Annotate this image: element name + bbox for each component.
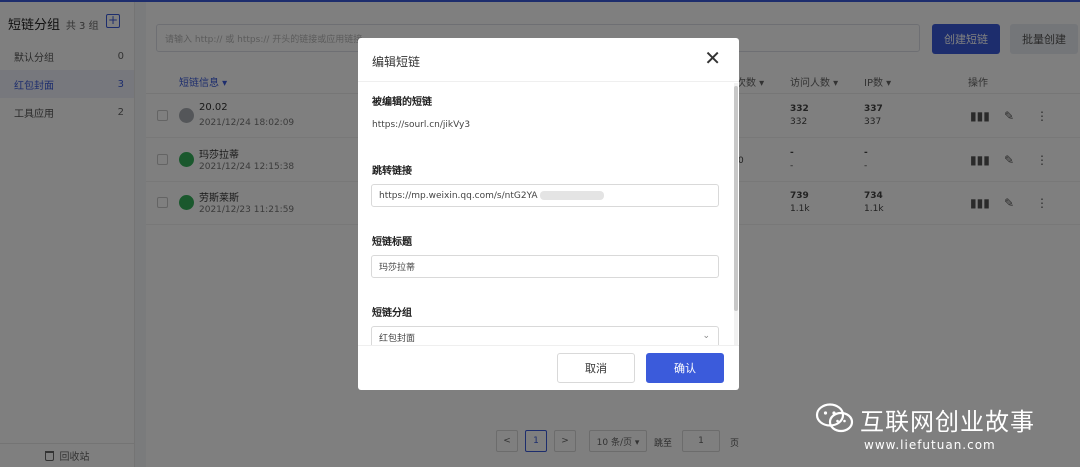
watermark-url: www.liefutuan.com xyxy=(864,438,996,452)
link-group-label: 短链分组 xyxy=(372,308,412,319)
dialog-body: 被编辑的短链 https://sourl.cn/jikVy3 跳转链接 http… xyxy=(358,83,739,345)
edited-link-label: 被编辑的短链 xyxy=(372,97,432,108)
link-title-input[interactable]: 玛莎拉蒂 xyxy=(371,255,719,278)
target-link-value: https://mp.weixin.qq.com/s/ntG2YA xyxy=(379,190,538,201)
link-group-value: 红包封面 xyxy=(379,334,416,344)
link-title-value: 玛莎拉蒂 xyxy=(379,263,416,273)
edit-link-dialog: 编辑短链 ✕ 被编辑的短链 https://sourl.cn/jikVy3 跳转… xyxy=(358,38,739,390)
cancel-button[interactable]: 取消 xyxy=(557,353,635,383)
redacted-text xyxy=(539,191,604,200)
target-link-input[interactable]: https://mp.weixin.qq.com/s/ntG2YA xyxy=(371,184,719,207)
dialog-footer: 取消 确认 xyxy=(358,345,739,390)
watermark-title: 互联网创业故事 xyxy=(860,408,1035,436)
edited-link-value: https://sourl.cn/jikVy3 xyxy=(372,120,471,130)
link-title-label: 短链标题 xyxy=(372,237,412,248)
target-link-label: 跳转链接 xyxy=(372,166,412,177)
dialog-header: 编辑短链 ✕ xyxy=(358,38,739,82)
wechat-logo-icon xyxy=(815,403,854,433)
chevron-down-icon: ⌄ xyxy=(702,331,710,341)
link-group-select[interactable]: 红包封面 ⌄ xyxy=(371,326,719,345)
dialog-scrollbar[interactable] xyxy=(734,86,738,311)
close-icon[interactable]: ✕ xyxy=(704,48,721,68)
dialog-title: 编辑短链 xyxy=(372,55,421,69)
confirm-button[interactable]: 确认 xyxy=(646,353,724,383)
